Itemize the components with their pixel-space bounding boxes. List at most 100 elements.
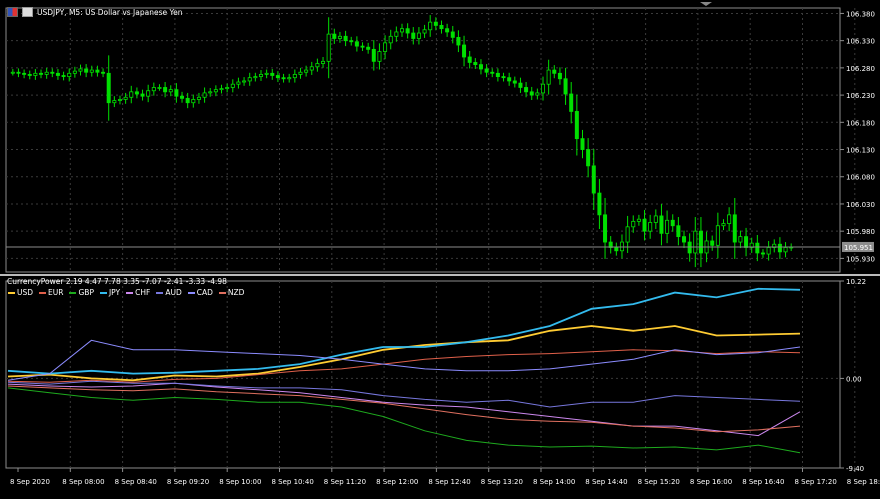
candle-bear bbox=[134, 91, 139, 95]
candle-bull bbox=[721, 223, 726, 227]
candle-bear bbox=[473, 62, 478, 66]
legend-label: AUD bbox=[165, 288, 182, 297]
candle-bull bbox=[766, 247, 771, 255]
candle-bear bbox=[512, 80, 517, 84]
legend-item-gbp: GBP bbox=[69, 288, 94, 297]
current-price-label: 105.951 bbox=[844, 244, 873, 252]
price-label: 105.980 bbox=[846, 228, 875, 236]
candle-bull bbox=[196, 96, 201, 100]
candle-bear bbox=[478, 64, 483, 70]
time-label: 8 Sep 16:40 bbox=[742, 478, 784, 486]
chart-window[interactable]: 106.380 106.330 106.280 106.230 106.180 106.1… bbox=[0, 0, 880, 495]
candle-bull bbox=[264, 72, 269, 75]
candle-bull bbox=[287, 77, 292, 80]
time-label: 8 Sep 10:00 bbox=[219, 478, 261, 486]
legend-label: NZD bbox=[227, 288, 245, 297]
candle-bear bbox=[185, 97, 190, 104]
candle-bear bbox=[529, 91, 534, 96]
time-label: 8 Sep 10:40 bbox=[272, 478, 314, 486]
candle-bull bbox=[388, 35, 393, 44]
time-label: 8 Sep 14:00 bbox=[533, 478, 575, 486]
indicator-axis-label: 0.00 bbox=[846, 375, 862, 383]
price-label: 106.330 bbox=[846, 38, 875, 46]
legend-item-usd: USD bbox=[8, 288, 33, 297]
candle-bear bbox=[642, 218, 647, 232]
candle-bear bbox=[354, 41, 359, 47]
candle-bear bbox=[614, 247, 619, 252]
candle-bull bbox=[202, 92, 207, 98]
legend-swatch bbox=[69, 291, 77, 294]
candle-bear bbox=[22, 72, 27, 75]
candle-bull bbox=[315, 63, 320, 68]
candle-bear bbox=[462, 44, 467, 58]
candle-bear bbox=[349, 40, 354, 43]
candle-bear bbox=[670, 219, 675, 227]
candle-bull bbox=[78, 68, 83, 72]
candle-bull bbox=[112, 100, 117, 104]
candle-bear bbox=[744, 236, 749, 248]
candle-bull bbox=[33, 72, 38, 76]
candle-bear bbox=[450, 31, 455, 38]
candle-bear bbox=[659, 215, 664, 234]
legend-label: USD bbox=[17, 288, 34, 297]
candle-bull bbox=[117, 99, 122, 101]
candle-bear bbox=[698, 230, 703, 254]
candle-bear bbox=[597, 192, 602, 216]
candle-bear bbox=[180, 95, 185, 99]
indicator-axis: 10.220.00-9.40 bbox=[840, 278, 866, 473]
legend-item-cad: CAD bbox=[187, 288, 213, 297]
time-label: 8 Sep 2020 bbox=[10, 478, 50, 486]
candle-bear bbox=[332, 33, 337, 39]
legend-swatch bbox=[156, 291, 164, 294]
candle-bull bbox=[738, 236, 743, 243]
chart-window-icon bbox=[22, 7, 33, 17]
candle-bear bbox=[687, 241, 692, 254]
candle-bear bbox=[27, 74, 32, 76]
candle-bear bbox=[456, 36, 461, 46]
time-label: 8 Sep 11:20 bbox=[324, 478, 366, 486]
candle-bull bbox=[298, 71, 303, 75]
candle-bear bbox=[405, 28, 410, 34]
candle-bull bbox=[230, 83, 235, 88]
candle-bull bbox=[665, 219, 670, 234]
candle-bull bbox=[783, 247, 788, 253]
candle-bear bbox=[484, 68, 489, 73]
price-label: 105.930 bbox=[846, 255, 875, 263]
candle-bull bbox=[219, 88, 224, 91]
candle-bear bbox=[163, 87, 168, 93]
candle-bull bbox=[727, 214, 732, 224]
candle-bull bbox=[146, 90, 151, 97]
candle-bear bbox=[591, 165, 596, 194]
legend-item-aud: AUD bbox=[156, 288, 182, 297]
candle-bear bbox=[710, 240, 715, 246]
price-label: 106.130 bbox=[846, 147, 875, 155]
candle-bear bbox=[524, 87, 529, 93]
candle-bear bbox=[343, 35, 348, 42]
time-label: 8 Sep 08:00 bbox=[62, 478, 104, 486]
legend-swatch bbox=[39, 291, 47, 294]
candle-bear bbox=[281, 77, 286, 80]
chart-canvas[interactable]: 106.380 106.330 106.280 106.230 106.180 106.1… bbox=[0, 0, 880, 495]
time-label: 8 Sep 14:40 bbox=[585, 478, 627, 486]
candle-bull bbox=[151, 87, 156, 92]
candle-bear bbox=[366, 46, 371, 50]
candle-bull bbox=[89, 69, 94, 73]
price-label: 106.180 bbox=[846, 119, 875, 127]
candle-bear bbox=[371, 48, 376, 62]
currency-line-jpy bbox=[7, 287, 801, 375]
candle-bull bbox=[625, 226, 630, 243]
candle-bear bbox=[106, 72, 111, 104]
candle-bear bbox=[467, 56, 472, 63]
price-label: 106.380 bbox=[846, 10, 875, 18]
candle-bear bbox=[777, 243, 782, 253]
legend-swatch bbox=[8, 291, 15, 294]
candle-bull bbox=[546, 69, 551, 85]
candle-bull bbox=[309, 66, 314, 71]
candle-bear bbox=[507, 77, 512, 82]
candle-bull bbox=[292, 74, 297, 79]
candle-bear bbox=[557, 72, 562, 80]
candle-bear bbox=[101, 71, 106, 74]
candle-bull bbox=[208, 91, 213, 94]
candle-bear bbox=[732, 214, 737, 243]
candle-bull bbox=[337, 35, 342, 39]
